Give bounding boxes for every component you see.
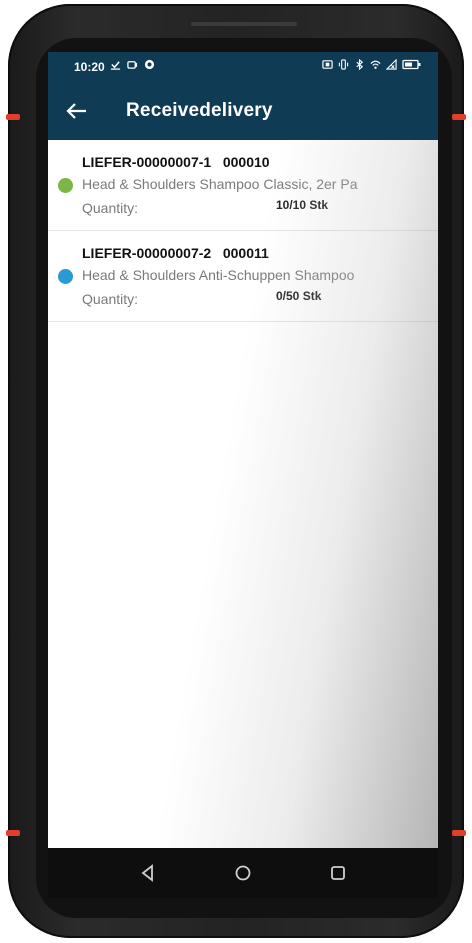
battery-icon [402,59,421,70]
app-bar: Receivedelivery [48,82,438,140]
page-title: Receivedelivery [126,100,273,121]
wifi-icon [370,60,381,69]
accent-stripe [452,830,466,836]
system-nav-bar [48,848,438,898]
delivery-code: 000010 [222,154,270,170]
delivery-header: LIEFER-00000007-1 000010 [82,154,270,170]
back-triangle-icon[interactable] [136,861,160,885]
status-dot [58,269,73,284]
quantity-value: 0/50 Stk [276,289,322,303]
recents-square-icon[interactable] [326,861,350,885]
status-time: 10:20 [74,60,105,74]
delivery-list: LIEFER-00000007-1 000010 Head & Shoulder… [48,140,438,322]
quantity-label: Quantity: [82,291,139,307]
download-done-icon [110,61,121,70]
list-item[interactable]: LIEFER-00000007-2 000011 Head & Shoulder… [48,231,438,322]
delivery-id: LIEFER-00000007-1 [82,154,212,170]
earpiece-speaker [191,22,297,26]
no-signal-icon [386,59,397,70]
status-dot [58,178,73,193]
delivery-id: LIEFER-00000007-2 [82,245,212,261]
back-arrow-icon[interactable] [62,96,92,126]
list-item[interactable]: LIEFER-00000007-1 000010 Head & Shoulder… [48,140,438,231]
chrome-icon [144,59,155,70]
app-screen: 10:20 Receivedelivery LIEFER-00000007-1 … [48,52,438,848]
home-circle-icon[interactable] [231,861,255,885]
quantity-value: 10/10 Stk [276,198,329,212]
status-bar: 10:20 [48,52,438,82]
delivery-code: 000011 [222,245,269,261]
delivery-header: LIEFER-00000007-2 000011 [82,245,269,261]
accent-stripe [6,830,20,836]
product-description: Head & Shoulders Shampoo Classic, 2er Pa [82,176,358,192]
nfc-icon [322,60,333,69]
product-description: Head & Shoulders Anti-Schuppen Shampoo [82,267,355,283]
quantity-label: Quantity: [82,200,139,216]
accent-stripe [452,114,466,120]
notification-icons [110,59,155,70]
accent-stripe [6,114,20,120]
vibrate-icon [338,59,349,70]
bluetooth-icon [356,59,364,70]
camera-icon [127,61,138,69]
system-icons [322,59,422,70]
